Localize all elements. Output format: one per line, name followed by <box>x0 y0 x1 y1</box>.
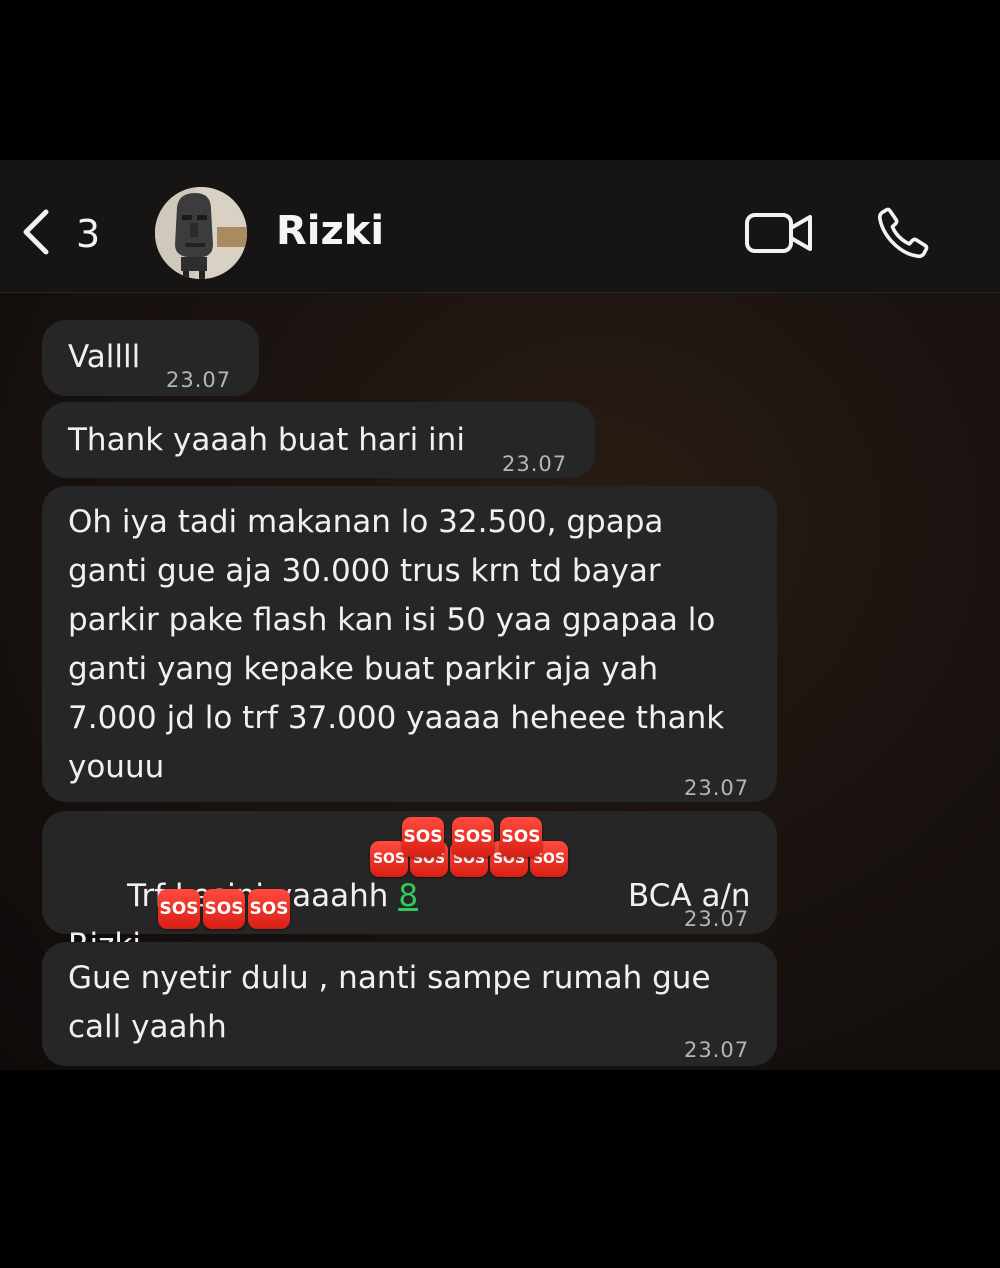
back-button[interactable]: 3 <box>18 206 108 262</box>
phone-icon <box>874 207 932 266</box>
chat-header <box>0 160 1000 293</box>
message-text: Vallll <box>68 339 141 375</box>
message-time: 23.07 <box>684 907 750 931</box>
sos-sticker-icon: SOS <box>452 817 494 857</box>
message-time: 23.07 <box>502 452 568 476</box>
unread-count: 3 <box>76 212 101 256</box>
message-time: 23.07 <box>684 776 750 800</box>
account-number-link[interactable]: 8 <box>398 878 418 914</box>
message-time: 23.07 <box>684 1038 750 1062</box>
message-time: 23.07 <box>166 368 232 392</box>
contact-name[interactable]: Rizki <box>276 208 384 254</box>
message-bubble[interactable]: Trf kesini yaaahh 8BCA a/nRizki 23.07 SO… <box>42 811 777 963</box>
message-bubble[interactable]: Gue nyetir dulu , nanti sampe rumah gue … <box>42 942 777 1066</box>
message-text: Gue nyetir dulu , nanti sampe rumah gue … <box>68 960 711 1045</box>
sos-sticker-icon: SOS <box>402 817 444 857</box>
sos-sticker-icon: SOS <box>248 889 290 929</box>
chevron-left-icon <box>18 206 54 262</box>
sos-sticker-icon: SOS <box>500 817 542 857</box>
message-bubble[interactable]: Vallll 23.07 <box>42 320 259 396</box>
bottom-black-area <box>0 1070 1000 1268</box>
message-bubble[interactable]: Oh iya tadi makanan lo 32.500, gpapa gan… <box>42 486 777 802</box>
top-black-area <box>0 0 1000 160</box>
sos-sticker-icon: SOS <box>203 889 245 929</box>
chat-screen: 3 Rizki Vallll 23.07 Thank yaaah buat ha… <box>0 0 1000 1268</box>
video-camera-icon <box>744 213 814 260</box>
message-text: Thank yaaah buat hari ini <box>68 422 465 458</box>
voice-call-button[interactable] <box>874 204 932 262</box>
video-call-button[interactable] <box>744 210 814 256</box>
sos-sticker-icon: SOS <box>158 889 200 929</box>
message-bubble[interactable]: Thank yaaah buat hari ini 23.07 <box>42 402 595 478</box>
avatar[interactable] <box>155 187 247 279</box>
message-text: Oh iya tadi makanan lo 32.500, gpapa gan… <box>68 504 725 785</box>
